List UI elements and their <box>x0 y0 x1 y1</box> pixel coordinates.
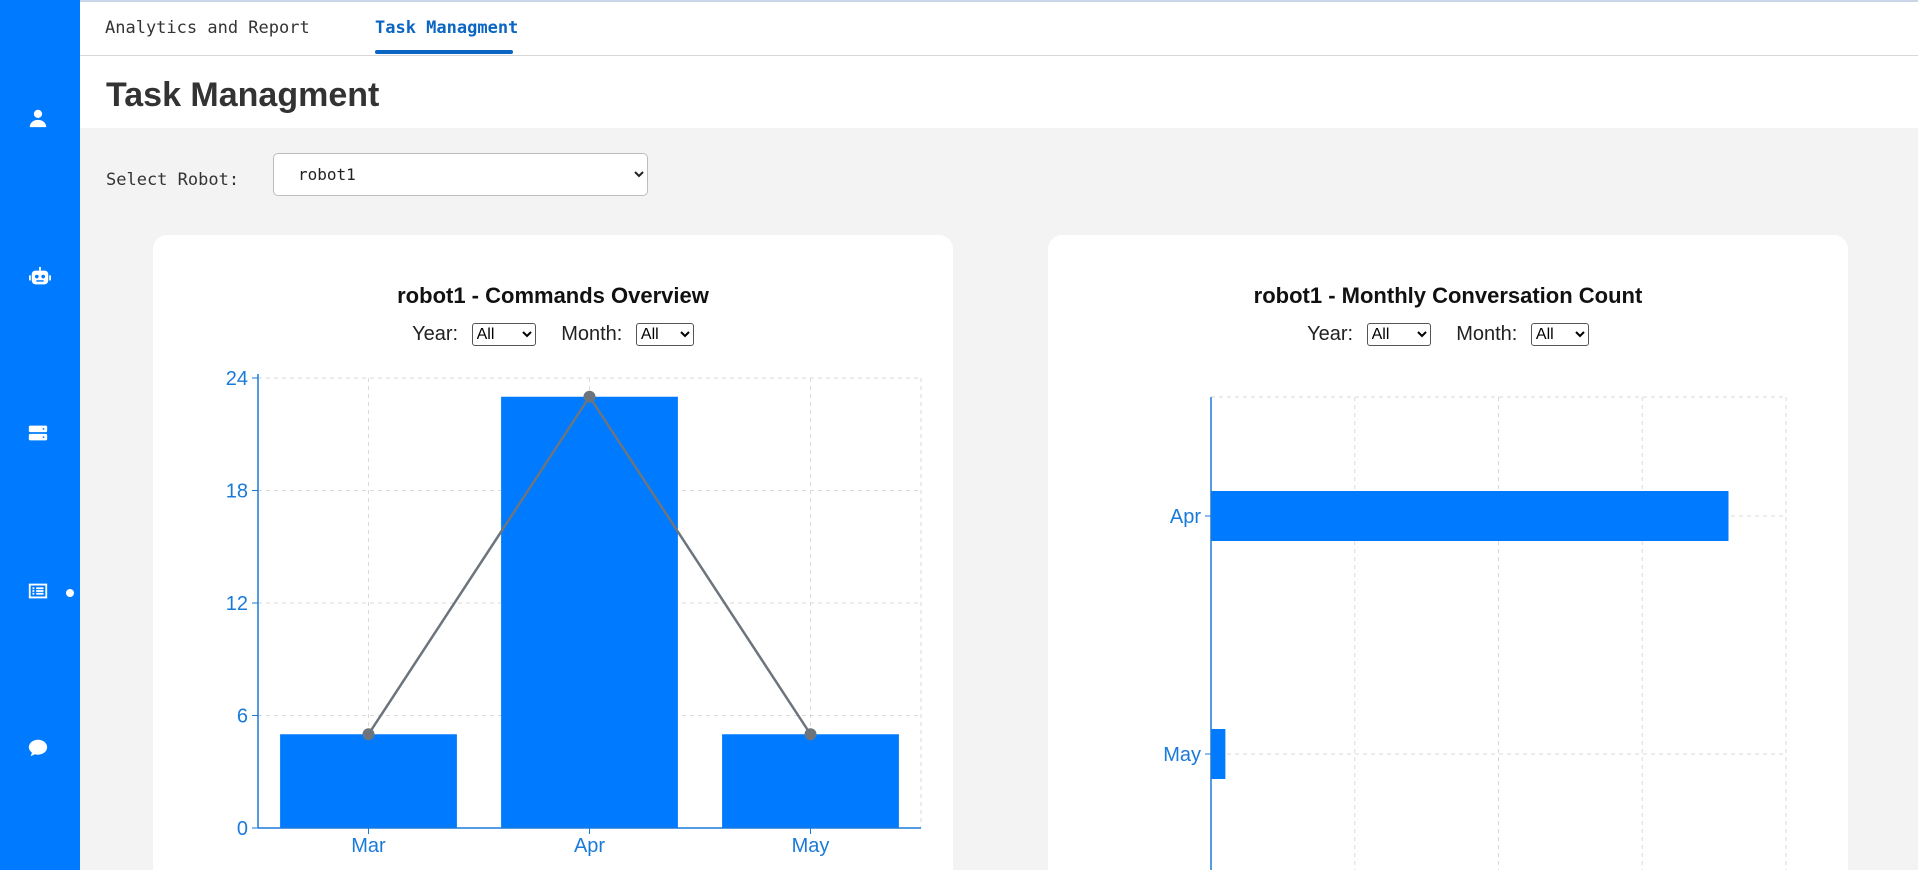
y-tick-label: Apr <box>1170 506 1201 528</box>
bar-apr <box>1211 491 1729 541</box>
tab-task-managment[interactable]: Task Managment <box>375 18 518 38</box>
page-title: Task Managment <box>106 76 380 114</box>
server-icon[interactable] <box>24 419 52 447</box>
y-tick-label: 6 <box>237 706 248 728</box>
bar-may <box>1211 729 1226 779</box>
conversation-count-card: robot1 - Monthly Conversation Count Year… <box>1048 235 1848 870</box>
chat-icon[interactable] <box>24 734 52 762</box>
y-tick-label: 18 <box>226 481 248 503</box>
robot-select[interactable]: robot1 <box>273 153 648 196</box>
sidebar <box>0 0 80 870</box>
bar-apr <box>501 396 678 828</box>
robot-icon[interactable] <box>26 263 54 291</box>
active-tab-underline <box>375 50 513 54</box>
x-tick-label: Apr <box>574 835 605 857</box>
x-tick-label: Mar <box>351 835 386 857</box>
top-tab-bar: Analytics and Report Task Managment <box>80 0 1918 56</box>
bar-mar <box>280 734 457 828</box>
grid-lines <box>1211 396 1787 870</box>
active-indicator <box>66 589 74 597</box>
conversation-count-chart: Apr May <box>1163 396 1787 870</box>
x-tick-label: May <box>792 835 830 857</box>
y-tick-label: 12 <box>226 593 248 615</box>
y-tick-label: 0 <box>237 818 248 840</box>
list-icon[interactable] <box>24 577 52 605</box>
y-tick-label: 24 <box>226 368 248 390</box>
bar-may <box>722 734 899 828</box>
line-point <box>583 390 596 403</box>
line-point <box>804 728 817 741</box>
title-band: Task Managment <box>80 56 1918 128</box>
commands-overview-chart: 0 6 12 18 24 Mar Apr May <box>226 368 922 857</box>
select-robot-label: Select Robot: <box>106 170 240 190</box>
tab-analytics-and-report[interactable]: Analytics and Report <box>105 18 310 38</box>
line-point <box>362 728 375 741</box>
user-icon[interactable] <box>24 104 52 132</box>
y-tick-label: May <box>1163 744 1201 766</box>
commands-overview-card: robot1 - Commands Overview Year: All Mon… <box>153 235 953 870</box>
